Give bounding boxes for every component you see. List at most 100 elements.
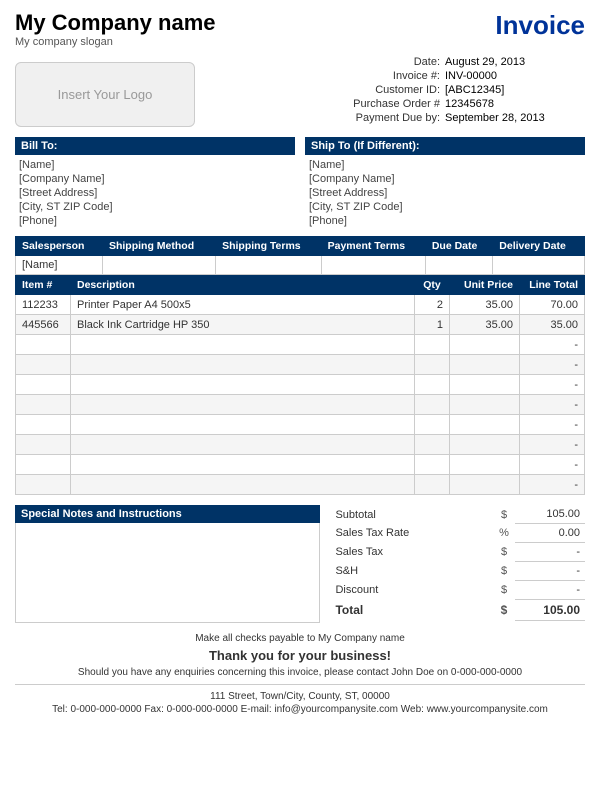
totals-table: Subtotal $ 105.00 Sales Tax Rate % 0.00 … <box>330 505 585 621</box>
company-name: My Company name <box>15 10 216 36</box>
invoice-info: Date: August 29, 2013 Invoice #: INV-000… <box>320 56 585 124</box>
table-row: - <box>16 355 585 375</box>
item-cell-total: - <box>520 335 585 355</box>
col-qty: Qty <box>415 276 450 295</box>
item-cell-qty: 2 <box>415 295 450 315</box>
item-cell-qty <box>415 435 450 455</box>
sales-tax-value: - <box>515 543 585 562</box>
item-cell-item <box>16 395 71 415</box>
item-cell-qty <box>415 375 450 395</box>
item-cell-item <box>16 335 71 355</box>
notes-content <box>15 523 320 623</box>
salesperson-name: [Name] <box>16 256 103 275</box>
discount-value: - <box>515 581 585 600</box>
delivery-date-val <box>493 256 585 275</box>
item-cell-total: 70.00 <box>520 295 585 315</box>
item-cell-qty <box>415 335 450 355</box>
sh-row: S&H $ - <box>330 562 585 581</box>
discount-row: Discount $ - <box>330 581 585 600</box>
payment-terms-val <box>321 256 425 275</box>
items-table: Item # Description Qty Unit Price Line T… <box>15 275 585 495</box>
ship-line-5: [Phone] <box>305 214 585 228</box>
item-cell-item: 112233 <box>16 295 71 315</box>
shipping-terms-val <box>216 256 322 275</box>
table-row: - <box>16 335 585 355</box>
bill-line-5: [Phone] <box>15 214 295 228</box>
col-due-date: Due Date <box>425 237 492 256</box>
bottom-section: Special Notes and Instructions Subtotal … <box>15 505 585 623</box>
purchase-order-label: Purchase Order # <box>320 98 440 110</box>
enquiries: Should you have any enquiries concerning… <box>15 667 585 678</box>
ship-line-3: [Street Address] <box>305 186 585 200</box>
shipping-method-val <box>102 256 215 275</box>
item-cell-item <box>16 455 71 475</box>
item-cell-desc <box>71 335 415 355</box>
footer-divider <box>15 684 585 685</box>
subtotal-symbol: $ <box>493 505 515 524</box>
tax-rate-symbol: % <box>493 524 515 543</box>
tax-rate-value: 0.00 <box>515 524 585 543</box>
col-shipping-terms: Shipping Terms <box>216 237 322 256</box>
item-cell-qty <box>415 355 450 375</box>
total-row: Total $ 105.00 <box>330 600 585 621</box>
logo-info-row: Insert Your Logo Date: August 29, 2013 I… <box>15 56 585 127</box>
sales-tax-row: Sales Tax $ - <box>330 543 585 562</box>
item-cell-total: 35.00 <box>520 315 585 335</box>
item-cell-desc <box>71 355 415 375</box>
table-row: 112233Printer Paper A4 500x5235.0070.00 <box>16 295 585 315</box>
table-row: - <box>16 435 585 455</box>
item-cell-desc <box>71 475 415 495</box>
item-cell-total: - <box>520 395 585 415</box>
tax-rate-row: Sales Tax Rate % 0.00 <box>330 524 585 543</box>
item-cell-item: 445566 <box>16 315 71 335</box>
item-cell-total: - <box>520 415 585 435</box>
bill-line-3: [Street Address] <box>15 186 295 200</box>
invoice-num-value: INV-00000 <box>445 70 585 82</box>
notes-header: Special Notes and Instructions <box>15 505 320 523</box>
item-cell-total: - <box>520 375 585 395</box>
item-cell-item <box>16 355 71 375</box>
col-payment-terms: Payment Terms <box>321 237 425 256</box>
item-cell-unit <box>450 375 520 395</box>
footer-contact: Tel: 0-000-000-0000 Fax: 0-000-000-0000 … <box>15 704 585 715</box>
sh-label: S&H <box>330 562 493 581</box>
bill-to-header: Bill To: <box>15 137 295 155</box>
invoice-num-label: Invoice #: <box>320 70 440 82</box>
item-cell-item <box>16 415 71 435</box>
discount-symbol: $ <box>493 581 515 600</box>
item-cell-desc <box>71 375 415 395</box>
sales-tax-symbol: $ <box>493 543 515 562</box>
ship-to-box: Ship To (If Different): [Name] [Company … <box>305 137 585 228</box>
ship-line-2: [Company Name] <box>305 172 585 186</box>
due-date-val <box>425 256 492 275</box>
bill-line-4: [City, ST ZIP Code] <box>15 200 295 214</box>
item-cell-unit <box>450 355 520 375</box>
company-slogan: My company slogan <box>15 36 216 48</box>
payment-due-label: Payment Due by: <box>320 112 440 124</box>
table-row: - <box>16 475 585 495</box>
ship-line-4: [City, ST ZIP Code] <box>305 200 585 214</box>
sales-tax-label: Sales Tax <box>330 543 493 562</box>
date-label: Date: <box>320 56 440 68</box>
col-description: Description <box>71 276 415 295</box>
item-cell-desc <box>71 395 415 415</box>
col-shipping-method: Shipping Method <box>102 237 215 256</box>
item-cell-unit: 35.00 <box>450 295 520 315</box>
subtotal-row: Subtotal $ 105.00 <box>330 505 585 524</box>
item-cell-qty <box>415 395 450 415</box>
col-salesperson: Salesperson <box>16 237 103 256</box>
table-row: 445566Black Ink Cartridge HP 350135.0035… <box>16 315 585 335</box>
item-cell-unit <box>450 415 520 435</box>
date-value: August 29, 2013 <box>445 56 585 68</box>
total-symbol: $ <box>493 600 515 621</box>
col-delivery-date: Delivery Date <box>493 237 585 256</box>
payment-due-value: September 28, 2013 <box>445 112 585 124</box>
salesperson-table: Salesperson Shipping Method Shipping Ter… <box>15 236 585 275</box>
discount-label: Discount <box>330 581 493 600</box>
purchase-order-value: 12345678 <box>445 98 585 110</box>
ship-line-1: [Name] <box>305 158 585 172</box>
logo-placeholder: Insert Your Logo <box>15 62 195 127</box>
invoice-title: Invoice <box>495 10 585 41</box>
item-cell-qty <box>415 475 450 495</box>
item-cell-unit <box>450 455 520 475</box>
